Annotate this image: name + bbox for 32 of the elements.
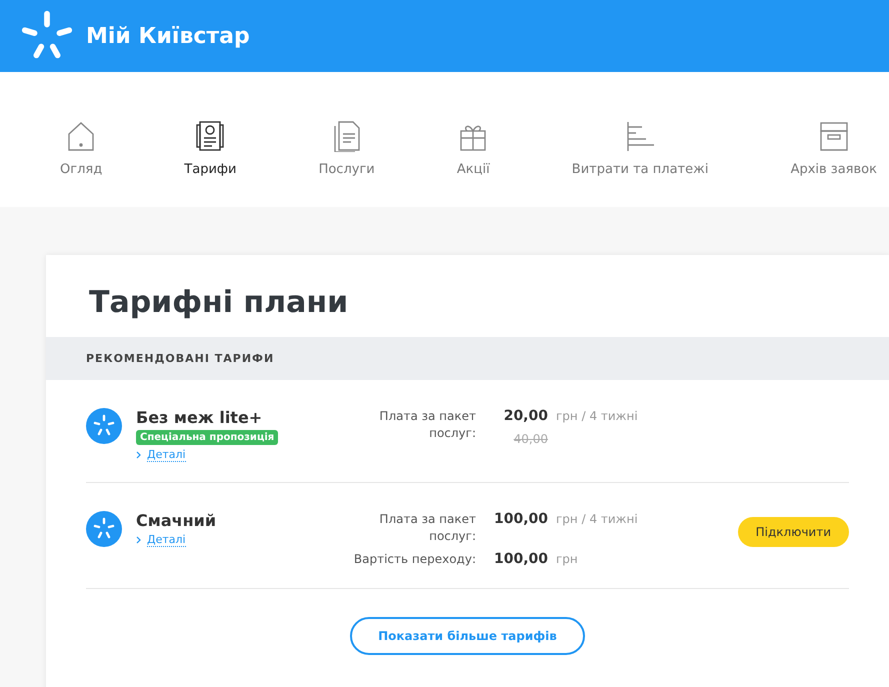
details-link[interactable]: Деталі xyxy=(147,448,186,462)
price-amount: 100,00 xyxy=(492,511,548,527)
price-unit: грн xyxy=(556,552,578,566)
nav-tab[interactable]: Акції xyxy=(456,120,490,177)
tariff-name: Без меж lite+ xyxy=(136,408,262,427)
nav-tab[interactable]: Послуги xyxy=(318,120,375,177)
section-header: РЕКОМЕНДОВАНІ ТАРИФИ xyxy=(46,337,889,380)
price-amount: 100,00 xyxy=(492,551,548,567)
price-label: Вартість переходу: xyxy=(352,551,476,568)
chevron-icon xyxy=(136,451,141,459)
offer-badge: Спеціальна пропозиція xyxy=(136,430,278,445)
nav-tab[interactable]: Огляд xyxy=(60,120,102,177)
archive-icon xyxy=(818,120,850,152)
price-label: Плата за пакет послуг: xyxy=(378,511,476,545)
tariff-logo-icon xyxy=(86,408,122,444)
nav-tab[interactable]: Витрати та платежі xyxy=(572,120,708,177)
app-title: Мій Київстар xyxy=(86,24,250,48)
tariff-name: Смачний xyxy=(136,511,216,530)
nav-tab[interactable]: Тарифи xyxy=(184,120,236,177)
price-unit: грн / 4 тижні xyxy=(556,512,638,526)
details-link[interactable]: Деталі xyxy=(147,533,186,547)
price-amount: 20,00 xyxy=(502,408,548,424)
price-unit: грн / 4 тижні xyxy=(556,409,638,423)
old-price: 40,00 xyxy=(512,432,548,446)
chevron-icon xyxy=(136,536,141,544)
nav-tab[interactable]: Архів заявок xyxy=(790,120,877,177)
card-title: Тарифні плани xyxy=(88,284,350,322)
price-label: Плата за пакет послуг: xyxy=(378,408,476,442)
connect-button[interactable]: Підключити xyxy=(738,517,849,547)
document-icon xyxy=(194,120,226,152)
show-more-button[interactable]: Показати більше тарифів xyxy=(350,617,585,655)
tariff-logo-icon xyxy=(86,511,122,547)
